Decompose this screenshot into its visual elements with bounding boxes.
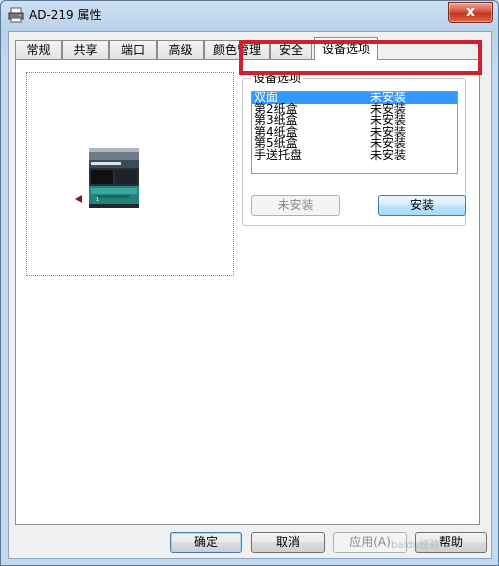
- cancel-button[interactable]: 取消: [251, 532, 325, 553]
- tab-sharing[interactable]: 共享: [62, 40, 109, 59]
- tab-ports[interactable]: 端口: [109, 40, 157, 59]
- list-item[interactable]: 手送托盘 未安装: [252, 147, 457, 162]
- dialog-client: 常规 共享 端口 高级 颜色管理 安全 设备选项 1 设备选项 双面 未安装 第…: [8, 31, 492, 559]
- watermark: baidu经验: [391, 540, 439, 551]
- title-bar[interactable]: AD-219 属性 x: [1, 1, 498, 29]
- option-name: 手送托盘: [254, 147, 303, 162]
- install-button[interactable]: 安装: [378, 195, 466, 216]
- device-options-list[interactable]: 双面 未安装 第2纸盒 未安装 第3纸盒 未安装 第4纸盒 未安装 第5纸盒 未…: [251, 91, 458, 174]
- properties-window: AD-219 属性 x 常规 共享 端口 高级 颜色管理 安全 设备选项 1 设…: [0, 0, 499, 566]
- tray-number-label: 1: [96, 197, 99, 203]
- tab-general[interactable]: 常规: [15, 40, 62, 59]
- device-options-panel: 1 设备选项 双面 未安装 第2纸盒 未安装 第3纸盒 未安装 第4纸盒 未安装…: [15, 59, 480, 525]
- printer-preview: 1: [26, 72, 234, 276]
- tab-advanced[interactable]: 高级: [157, 40, 204, 59]
- window-title: AD-219 属性: [29, 8, 102, 22]
- highlight-annotation: [239, 40, 482, 75]
- printer-icon: [8, 7, 24, 23]
- close-button[interactable]: x: [448, 2, 493, 23]
- uninstall-button[interactable]: 未安装: [251, 195, 340, 216]
- option-status: 未安装: [370, 147, 407, 162]
- device-options-group: 设备选项 双面 未安装 第2纸盒 未安装 第3纸盒 未安装 第4纸盒 未安装 第…: [242, 72, 466, 226]
- close-icon: x: [465, 4, 476, 20]
- printer-illustration-icon: 1: [75, 148, 139, 208]
- ok-button[interactable]: 确定: [170, 532, 242, 553]
